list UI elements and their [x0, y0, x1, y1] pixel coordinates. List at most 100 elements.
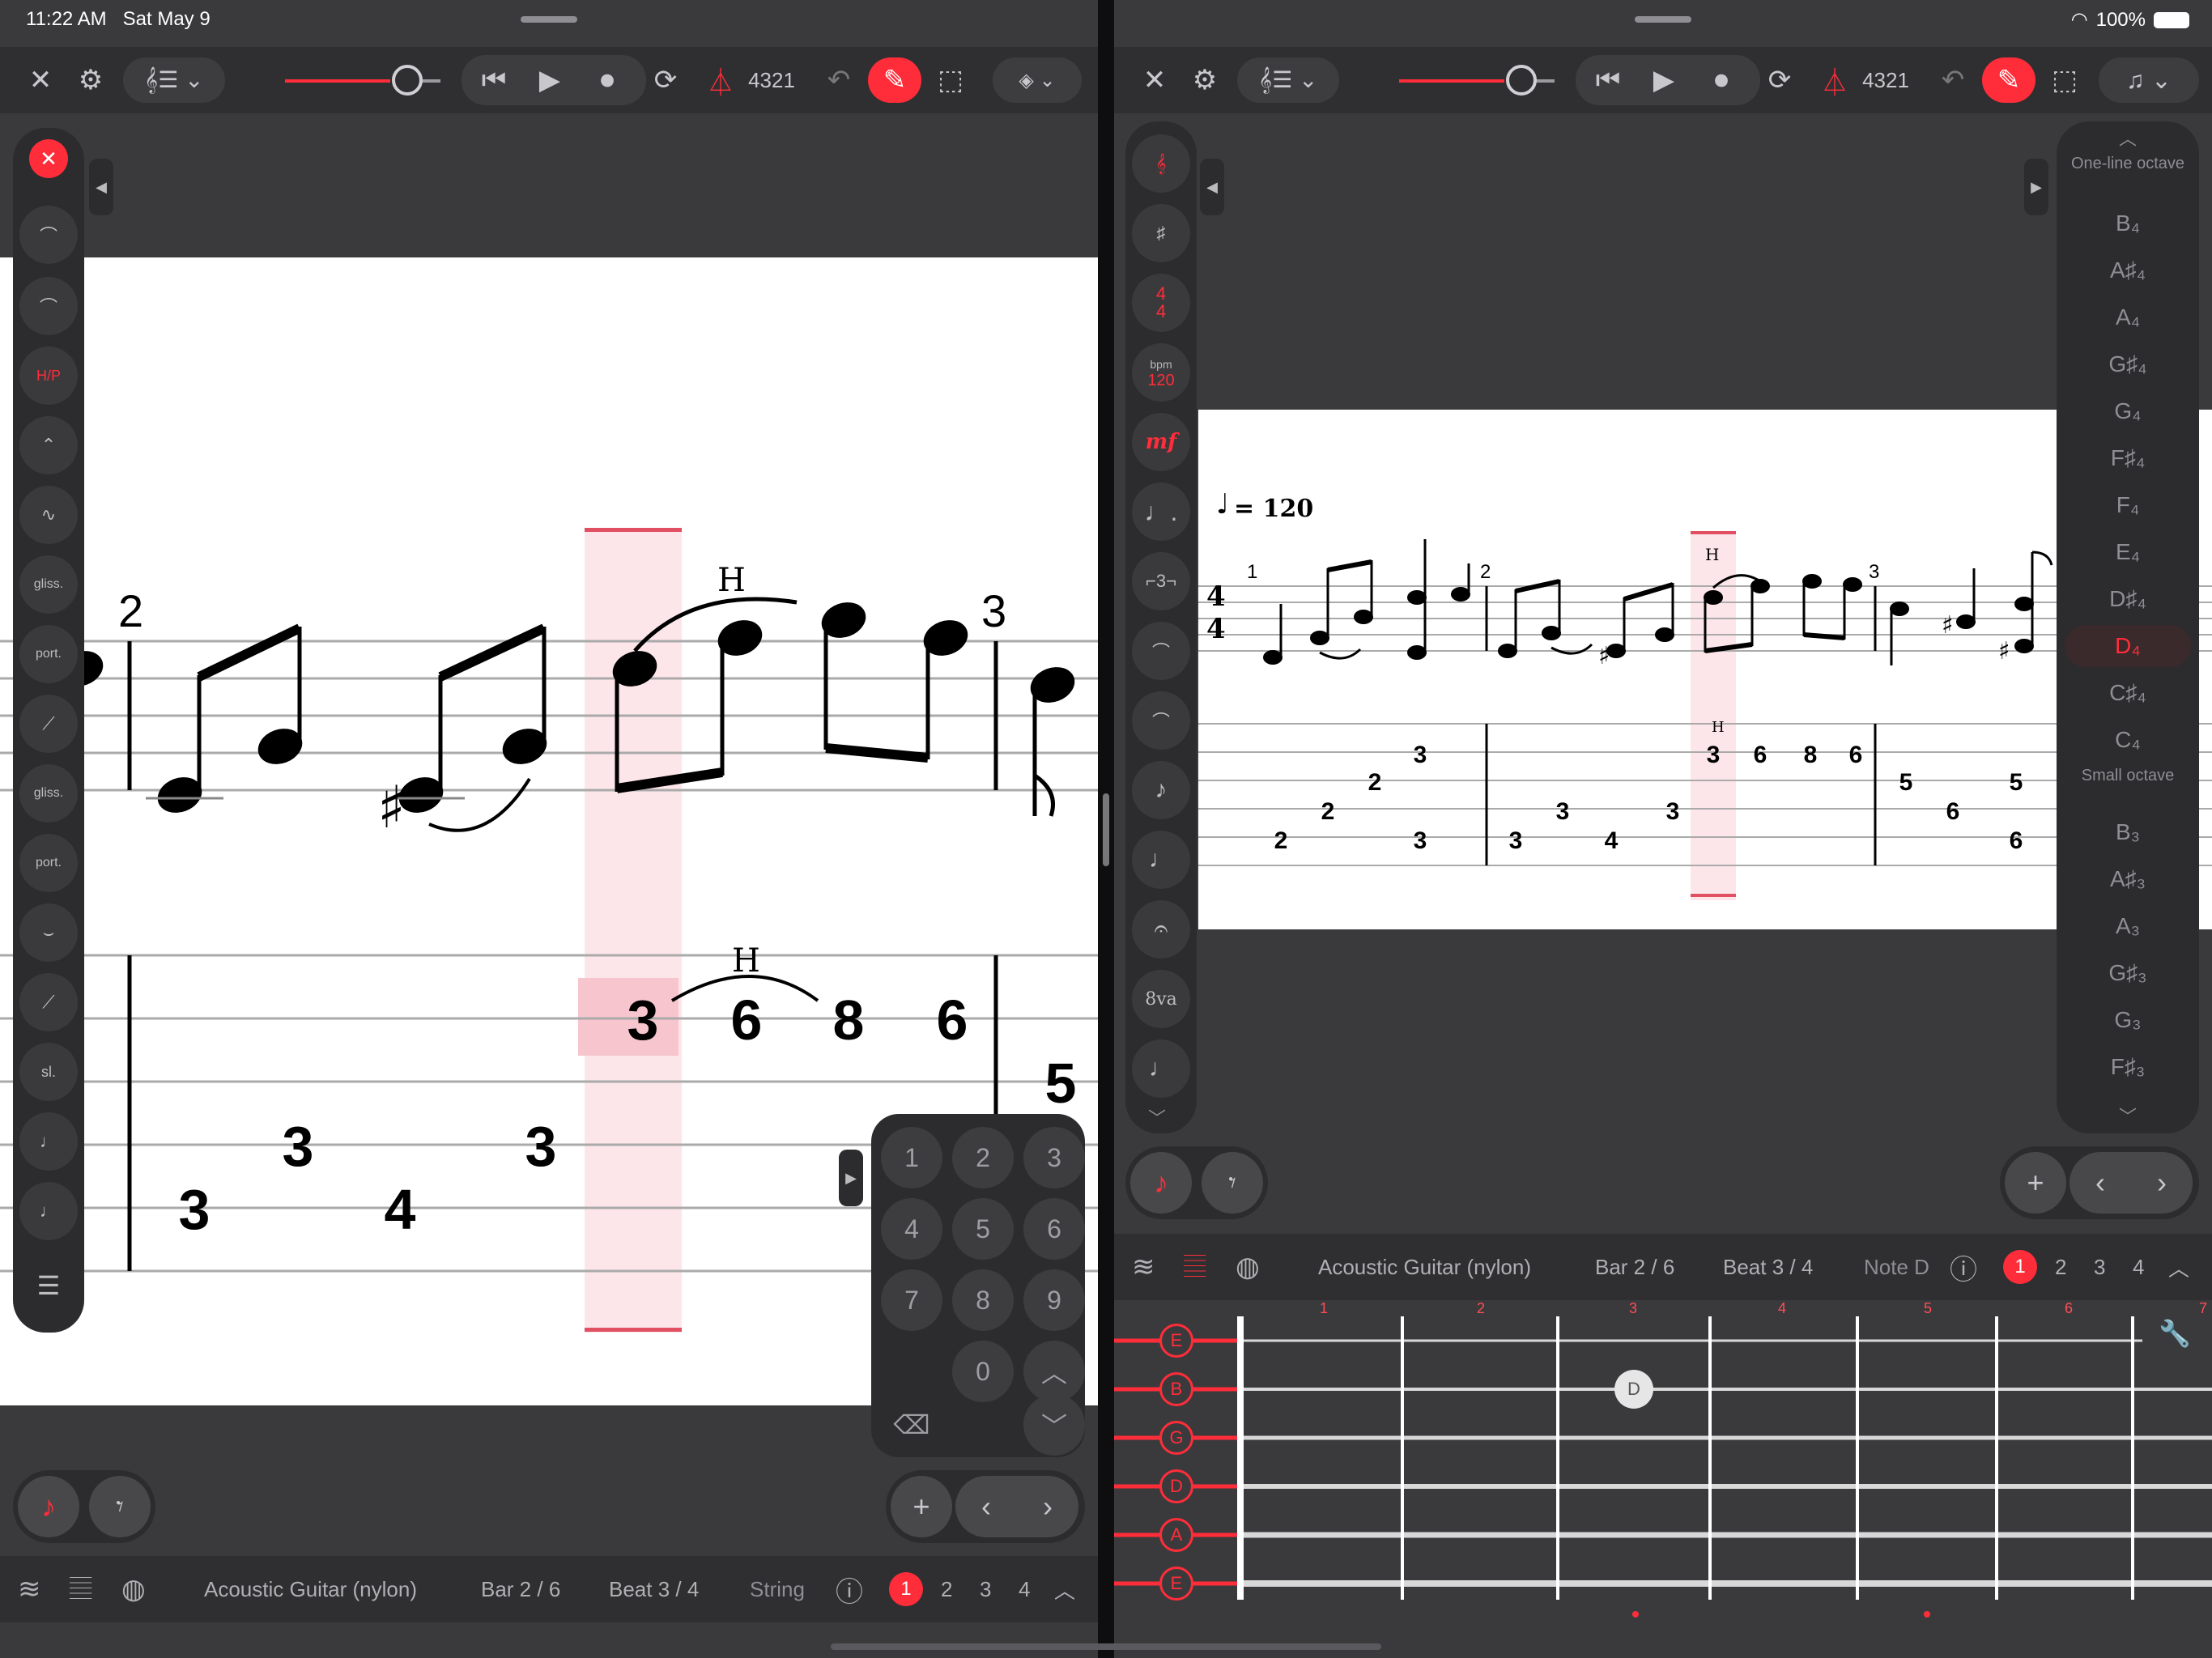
score-view-dropdown[interactable]: 𝄞☰ ⌄ — [123, 57, 225, 103]
layers-icon[interactable]: ≋ — [1132, 1234, 1155, 1300]
numpad-key[interactable]: 3 — [1023, 1127, 1085, 1188]
prev-icon[interactable]: ‹ — [955, 1476, 1017, 1537]
voice-2-button[interactable]: 2 — [2055, 1234, 2066, 1300]
numpad-key[interactable]: 1 — [881, 1127, 942, 1188]
note-option[interactable]: E₄ — [2065, 531, 2191, 573]
metronome-icon[interactable]: ⏃ — [1812, 47, 1857, 113]
record-icon[interactable]: ⏺ — [1697, 47, 1746, 113]
note-option[interactable]: G♯₄ — [2065, 343, 2191, 385]
volume-slider-knob[interactable] — [1506, 65, 1537, 96]
edit-pen-icon[interactable]: ✎ — [1982, 57, 2035, 103]
note-option[interactable]: A₃ — [2065, 905, 2191, 947]
clef-icon[interactable]: 𝄞 — [1132, 134, 1190, 193]
numpad-key[interactable]: 0 — [952, 1341, 1014, 1402]
score-view-dropdown[interactable]: 𝄞☰ ⌄ — [1237, 57, 1339, 103]
dotted-note-icon[interactable]: ♩. — [1132, 483, 1190, 541]
grace-down-icon[interactable]: ♩ — [19, 1112, 78, 1171]
fret-marker[interactable]: D — [1614, 1370, 1653, 1409]
tab-fret[interactable]: 5 — [1899, 769, 1913, 796]
triplet-button[interactable]: ⌐ 3 ¬ — [1132, 552, 1190, 610]
play-icon[interactable]: ▶ — [521, 47, 578, 113]
select-region-icon[interactable]: ⬚ — [2040, 47, 2089, 113]
tab-fret[interactable]: 3 — [1414, 827, 1427, 854]
voice-1-button[interactable]: 1 — [2003, 1234, 2037, 1300]
numpad-key[interactable]: 8 — [952, 1269, 1014, 1331]
note-option[interactable]: C♯₄ — [2065, 672, 2191, 714]
string-label[interactable]: B — [1159, 1372, 1193, 1406]
tab-fret[interactable]: 6 — [1946, 798, 1960, 825]
prev-icon[interactable]: ‹ — [2069, 1152, 2131, 1214]
tab-fret[interactable]: 3 — [1414, 742, 1427, 768]
tab-fret[interactable]: 6 — [937, 988, 968, 1052]
tab-fret[interactable]: 6 — [731, 988, 763, 1052]
string-label[interactable]: E — [1159, 1324, 1193, 1358]
numpad-key[interactable]: 7 — [881, 1269, 942, 1331]
edit-pen-icon[interactable]: ✎ — [868, 57, 921, 103]
ottava-button[interactable]: 8va — [1132, 970, 1190, 1028]
close-icon[interactable]: ✕ — [16, 47, 65, 113]
note-input-dropdown[interactable]: ♫ ⌄ — [2099, 57, 2199, 103]
volume-slider-knob[interactable] — [392, 65, 423, 96]
add-icon[interactable]: + — [891, 1476, 952, 1537]
tab-fret[interactable]: 8 — [833, 988, 865, 1052]
numpad-key[interactable]: 4 — [881, 1198, 942, 1260]
voice-4-button[interactable]: 4 — [1019, 1556, 1030, 1622]
string-label[interactable]: G — [1159, 1421, 1193, 1455]
loop-icon[interactable]: ⟳ — [1755, 47, 1804, 113]
tab-fret[interactable]: 4 — [1605, 827, 1619, 854]
note-option[interactable]: A₄ — [2065, 296, 2191, 338]
rest-mode-icon[interactable]: 𝄾 — [89, 1476, 151, 1537]
tab-fret[interactable]: 5 — [2010, 769, 2023, 796]
note-mode-icon[interactable]: ♪ — [18, 1476, 79, 1537]
note-option[interactable]: F♯₄ — [2065, 437, 2191, 479]
voice-3-button[interactable]: 3 — [980, 1556, 991, 1622]
string-down-icon[interactable]: ﹀ — [1023, 1394, 1085, 1456]
wrench-icon[interactable]: 🔧 — [2159, 1318, 2191, 1349]
grace-note-icon[interactable]: ♪ — [1132, 761, 1190, 819]
countin-label[interactable]: 4321 — [743, 47, 800, 113]
record-icon[interactable]: ⏺ — [583, 47, 632, 113]
vibrato-icon[interactable]: ∿ — [19, 486, 78, 544]
instrument-name[interactable]: Acoustic Guitar (nylon) — [1318, 1234, 1531, 1300]
rewind-icon[interactable]: ⏮ — [470, 47, 518, 113]
numpad-key[interactable]: 9 — [1023, 1269, 1085, 1331]
tie-icon[interactable]: ⌒ — [1132, 622, 1190, 680]
note-mode-icon[interactable]: ♪ — [1130, 1152, 1192, 1214]
numpad-key[interactable]: 2 — [952, 1127, 1014, 1188]
portamento-wavy-icon[interactable]: port. — [19, 625, 78, 683]
string-label[interactable]: E — [1159, 1567, 1193, 1601]
countin-label[interactable]: 4321 — [1857, 47, 1914, 113]
layers-icon[interactable]: ≋ — [18, 1556, 41, 1622]
slide-in-icon[interactable]: ⟋ — [19, 973, 78, 1031]
tab-fret[interactable]: 3 — [627, 988, 659, 1052]
voice-2-button[interactable]: 2 — [941, 1556, 952, 1622]
tab-fret[interactable]: 2 — [1321, 798, 1335, 825]
note-option-selected[interactable]: D₄ — [2065, 625, 2191, 667]
remove-slur-icon[interactable]: ⌒ — [19, 206, 78, 264]
tab-fret[interactable]: 3 — [1666, 798, 1680, 825]
note-option[interactable]: A♯₄ — [2065, 249, 2191, 291]
fretboard[interactable]: 1 2 3 4 5 6 7 🔧 E B G D A E D — [1114, 1300, 2212, 1658]
score-sheet-right[interactable]: ♩ = 120 4 4 1 2 3 H H ♯ ♯ ♯ 2 2 2 3 3 3 … — [1114, 410, 2212, 929]
glissando-wavy-icon[interactable]: gliss. — [19, 555, 78, 614]
scroll-down-icon[interactable]: ﹀ — [2057, 1103, 2199, 1129]
expand-up-icon[interactable]: ︿ — [1054, 1556, 1075, 1622]
tab-fret[interactable]: 8 — [1804, 742, 1818, 768]
tab-fret[interactable]: 3 — [1707, 742, 1721, 768]
note-option[interactable]: G₄ — [2065, 390, 2191, 432]
string-up-icon[interactable]: ︿ — [1023, 1341, 1085, 1402]
note-option[interactable]: G♯₃ — [2065, 952, 2191, 994]
undo-icon[interactable]: ↶ — [1929, 47, 1977, 113]
instrument-name[interactable]: Acoustic Guitar (nylon) — [204, 1556, 417, 1622]
portamento-icon[interactable]: port. — [19, 834, 78, 892]
voice-3-button[interactable]: 3 — [2094, 1234, 2105, 1300]
add-icon[interactable]: + — [2005, 1152, 2066, 1214]
metronome-icon[interactable]: ⏃ — [698, 47, 743, 113]
tie-slide-icon[interactable]: ⌣ — [19, 903, 78, 962]
note-option[interactable]: F₄ — [2065, 484, 2191, 526]
arpeggio-icon[interactable]: ♩ — [1132, 1039, 1190, 1098]
split-divider[interactable] — [1098, 0, 1114, 1658]
collapse-left-panel-icon[interactable]: ◀ — [89, 159, 113, 215]
tab-fret[interactable]: 6 — [1849, 742, 1863, 768]
tempo-button[interactable]: bpm 120 — [1132, 343, 1190, 402]
